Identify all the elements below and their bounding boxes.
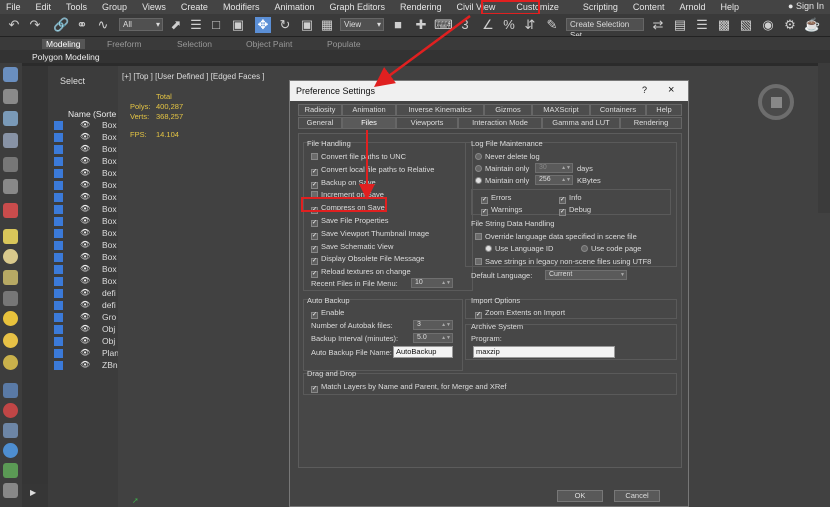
arrow-to-dialog bbox=[373, 14, 471, 87]
annotation-arrows bbox=[359, 14, 471, 200]
